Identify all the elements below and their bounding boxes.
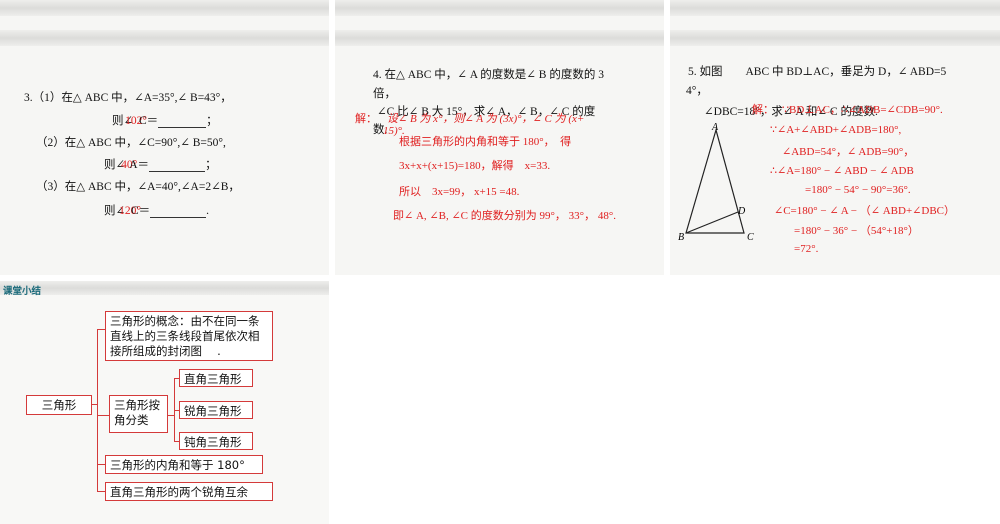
answer-suffix: C＝	[139, 115, 159, 127]
triangle-abc	[685, 127, 745, 234]
answer-blank	[149, 159, 206, 172]
answer-end: ；	[206, 115, 218, 127]
question-4-line: 4. 在△ ABC 中，∠ A 的度数是∠ B 的度数的 3	[373, 69, 604, 81]
solution-line: =72°.	[794, 243, 819, 255]
connector	[97, 329, 98, 492]
label-b: B	[678, 232, 684, 243]
solution-line: 设∠ B 为 x°，则∠ A 为 (3x)°，∠ C 为 (x+	[387, 113, 585, 125]
answer-end: .	[206, 205, 210, 217]
solution-line: =180° − 54° − 90°=36°.	[805, 184, 911, 196]
solution-line: 即∠ A, ∠B, ∠C 的度数分别为 99°， 33°， 48°.	[393, 210, 616, 222]
question-5-line: 5. 如图 ABC 中 BD⊥AC，垂足为 D，∠ ABD=5	[688, 66, 947, 78]
node-right-triangle: 直角三角形	[179, 369, 253, 387]
empty-area	[335, 281, 1000, 524]
header-band	[0, 281, 329, 295]
connector	[97, 329, 105, 330]
answer-3-1: 则∠102°C＝；	[112, 112, 218, 128]
triangle-figure: A B C D	[678, 122, 754, 243]
node-acute-triangle: 锐角三角形	[179, 401, 253, 419]
solution-line: ∵BD⊥AC，∴∠ADB=∠CDB=90°.	[782, 104, 943, 116]
slide-summary: 课堂小结 三角形 三角形的概念：由不在同一条直线上的三条线段首尾依次相接所组成的…	[0, 281, 329, 524]
node-acute-complement: 直角三角形的两个锐角互余	[105, 482, 273, 501]
solution-line: 根据三角形的内角和等于 180°， 得	[399, 136, 572, 148]
label-a: A	[711, 122, 719, 133]
header-band	[0, 0, 329, 16]
summary-title: 课堂小结	[3, 286, 42, 297]
solution-line: ∠ABD=54°，∠ ADB=90°，	[782, 146, 915, 158]
question-5-line: 4°，	[686, 85, 708, 97]
solution-label: 解：	[752, 104, 774, 116]
answer-3-3: 则∠120°C＝.	[104, 202, 209, 218]
solution-line: ∴∠A=180° − ∠ ABD − ∠ ADB	[770, 165, 914, 177]
solution-line: ∵∠A+∠ABD+∠ADB=180°,	[770, 124, 902, 136]
segment-bd	[685, 211, 739, 234]
answer-end: ；	[205, 159, 217, 171]
label-d: D	[737, 206, 746, 217]
solution-line: 所以 3x=99， x+15 =48.	[399, 186, 520, 198]
solution-line: =180° − 36° − （54°+18°）	[794, 225, 919, 237]
node-concept: 三角形的概念：由不在同一条直线上的三条线段首尾依次相接所组成的封闭图 .	[105, 311, 273, 361]
header-band	[335, 0, 664, 16]
answer-suffix: C＝	[131, 205, 151, 217]
solution-line: 3x+x+(x+15)=180，解得 x=33.	[399, 160, 551, 172]
answer-blank	[158, 115, 207, 128]
connector	[97, 464, 105, 465]
header-band	[670, 0, 1000, 16]
connector	[97, 491, 105, 492]
node-obtuse-triangle: 钝角三角形	[179, 432, 253, 450]
node-triangle: 三角形	[26, 395, 92, 415]
slide-exercise-3: 3.（1）在△ ABC 中，∠A=35°,∠ B=43°， 则∠102°C＝； …	[0, 0, 329, 275]
header-band	[335, 30, 664, 46]
question-3-3: （3）在△ ABC 中，∠A=40°,∠A=2∠B，	[36, 181, 240, 193]
connector	[97, 415, 109, 416]
slide-exercise-5: 5. 如图 ABC 中 BD⊥AC，垂足为 D，∠ ABD=5 4°， ∠DBC…	[670, 0, 1000, 275]
header-band	[670, 30, 1000, 46]
question-4-line: 倍，	[373, 88, 396, 100]
answer-3-2: 则∠40°A＝；	[104, 156, 217, 172]
solution-label: 解：	[355, 113, 377, 125]
question-3-1: 3.（1）在△ ABC 中，∠A=35°,∠ B=43°，	[24, 92, 232, 104]
question-3-2: （2）在△ ABC 中，∠C=90°,∠ B=50°,	[36, 137, 226, 149]
answer-blank	[150, 205, 207, 218]
slide-exercise-4: 4. 在△ ABC 中，∠ A 的度数是∠ B 的度数的 3 倍， ∠C 比∠ …	[335, 0, 664, 275]
solution-line: ∠C=180° − ∠ A − （∠ ABD+∠DBC）	[774, 205, 955, 217]
label-c: C	[747, 232, 754, 243]
node-angle-sum: 三角形的内角和等于 180°	[105, 455, 263, 474]
answer-suffix: A＝	[129, 159, 150, 171]
header-band	[0, 30, 329, 46]
node-classify: 三角形按角分类	[109, 395, 168, 433]
